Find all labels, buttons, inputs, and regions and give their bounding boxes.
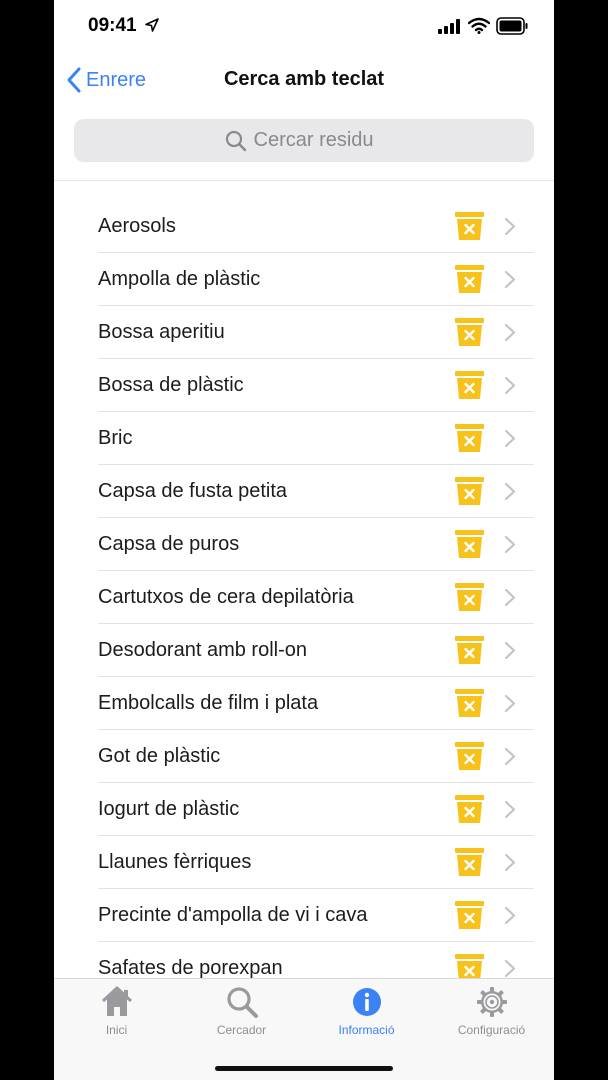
list-item-label: Capsa de puros bbox=[98, 533, 240, 555]
yellow-bin-icon bbox=[455, 636, 484, 664]
list-item[interactable]: Bossa de plàstic bbox=[98, 359, 534, 412]
yellow-bin-icon bbox=[455, 901, 484, 929]
tab-label: Configuració bbox=[457, 1023, 526, 1037]
chevron-right-icon bbox=[504, 747, 516, 766]
list-item[interactable]: Embolcalls de film i plata bbox=[98, 677, 534, 730]
list-item-label: Bossa aperitiu bbox=[98, 321, 225, 343]
list-item-label: Cartutxos de cera depilatòria bbox=[98, 586, 354, 608]
yellow-bin-icon bbox=[455, 954, 484, 978]
chevron-right-icon bbox=[504, 482, 516, 501]
yellow-bin-icon bbox=[455, 689, 484, 717]
yellow-bin-icon bbox=[455, 477, 484, 505]
list-item[interactable]: Bossa aperitiu bbox=[98, 306, 534, 359]
yellow-bin-icon bbox=[455, 371, 484, 399]
list-item-label: Aerosols bbox=[98, 215, 176, 237]
tab-informacio[interactable]: Informació bbox=[304, 979, 429, 1049]
chevron-right-icon bbox=[504, 270, 516, 289]
divider bbox=[54, 180, 554, 181]
cellular-signal-icon bbox=[438, 19, 460, 34]
tab-label: Inici bbox=[105, 1023, 128, 1037]
list-item-label: Llaunes fèrriques bbox=[98, 851, 252, 873]
list-item-label: Ampolla de plàstic bbox=[98, 268, 261, 290]
list-item-label: Got de plàstic bbox=[98, 745, 221, 767]
waste-list: Aerosols Ampolla de plàstic Bossa aperit… bbox=[98, 200, 534, 978]
chevron-right-icon bbox=[504, 641, 516, 660]
home-icon bbox=[101, 986, 133, 1016]
yellow-bin-icon bbox=[455, 212, 484, 240]
yellow-bin-icon bbox=[455, 583, 484, 611]
list-item[interactable]: Ampolla de plàstic bbox=[98, 253, 534, 306]
tab-label: Informació bbox=[338, 1023, 395, 1037]
tab-bar: Inici Cercador Informació Configuració bbox=[54, 978, 554, 1080]
list-item[interactable]: Capsa de fusta petita bbox=[98, 465, 534, 518]
chevron-right-icon bbox=[504, 853, 516, 872]
gear-icon bbox=[477, 987, 507, 1017]
list-item[interactable]: Llaunes fèrriques bbox=[98, 836, 534, 889]
tab-label: Cercador bbox=[216, 1023, 267, 1037]
battery-icon bbox=[496, 17, 528, 35]
tab-configuracio[interactable]: Configuració bbox=[429, 979, 554, 1049]
list-item[interactable]: Got de plàstic bbox=[98, 730, 534, 783]
chevron-right-icon bbox=[504, 800, 516, 819]
chevron-right-icon bbox=[504, 959, 516, 978]
list-item-label: Desodorant amb roll-on bbox=[98, 639, 307, 661]
chevron-right-icon bbox=[504, 535, 516, 554]
page-title: Cerca amb teclat bbox=[223, 68, 385, 90]
yellow-bin-icon bbox=[455, 742, 484, 770]
list-item[interactable]: Bric bbox=[98, 412, 534, 465]
chevron-right-icon bbox=[504, 323, 516, 342]
chevron-right-icon bbox=[504, 588, 516, 607]
list-item[interactable]: Cartutxos de cera depilatòria bbox=[98, 571, 534, 624]
list-item-label: Embolcalls de film i plata bbox=[98, 692, 319, 714]
list-item-label: Bossa de plàstic bbox=[98, 374, 244, 396]
status-time: 09:41 bbox=[88, 15, 137, 36]
list-item[interactable]: Desodorant amb roll-on bbox=[98, 624, 534, 677]
list-item[interactable]: Precinte d'ampolla de vi i cava bbox=[98, 889, 534, 942]
tab-cercador[interactable]: Cercador bbox=[179, 979, 304, 1049]
info-icon bbox=[353, 988, 381, 1016]
search-field[interactable] bbox=[74, 119, 534, 162]
list-item[interactable]: Iogurt de plàstic bbox=[98, 783, 534, 836]
search-icon bbox=[227, 987, 258, 1018]
yellow-bin-icon bbox=[455, 424, 484, 452]
tab-inici[interactable]: Inici bbox=[54, 979, 179, 1049]
list-item-label: Bric bbox=[98, 427, 133, 449]
list-item-label: Iogurt de plàstic bbox=[98, 798, 240, 820]
list-item[interactable]: Capsa de puros bbox=[98, 518, 534, 571]
chevron-right-icon bbox=[504, 429, 516, 448]
app-screen: 09:41 Enrere Cerca amb teclat Cercar res… bbox=[54, 0, 554, 1080]
yellow-bin-icon bbox=[455, 265, 484, 293]
chevron-right-icon bbox=[504, 906, 516, 925]
chevron-right-icon bbox=[504, 376, 516, 395]
location-arrow-icon bbox=[145, 18, 159, 32]
list-item[interactable]: Safates de porexpan bbox=[98, 942, 534, 978]
yellow-bin-icon bbox=[455, 530, 484, 558]
search-input[interactable] bbox=[253, 129, 384, 152]
list-item[interactable]: Aerosols bbox=[98, 200, 534, 253]
status-bar: 09:41 bbox=[54, 0, 554, 54]
chevron-right-icon bbox=[504, 694, 516, 713]
list-item-label: Safates de porexpan bbox=[98, 957, 283, 978]
wifi-icon bbox=[468, 17, 490, 34]
list-item-label: Precinte d'ampolla de vi i cava bbox=[98, 904, 368, 926]
home-indicator[interactable] bbox=[215, 1066, 393, 1071]
yellow-bin-icon bbox=[455, 848, 484, 876]
yellow-bin-icon bbox=[455, 318, 484, 346]
yellow-bin-icon bbox=[455, 795, 484, 823]
navigation-bar: Enrere Cerca amb teclat bbox=[54, 54, 554, 106]
list-item-label: Capsa de fusta petita bbox=[98, 480, 288, 502]
search-icon bbox=[225, 130, 246, 151]
chevron-right-icon bbox=[504, 217, 516, 236]
